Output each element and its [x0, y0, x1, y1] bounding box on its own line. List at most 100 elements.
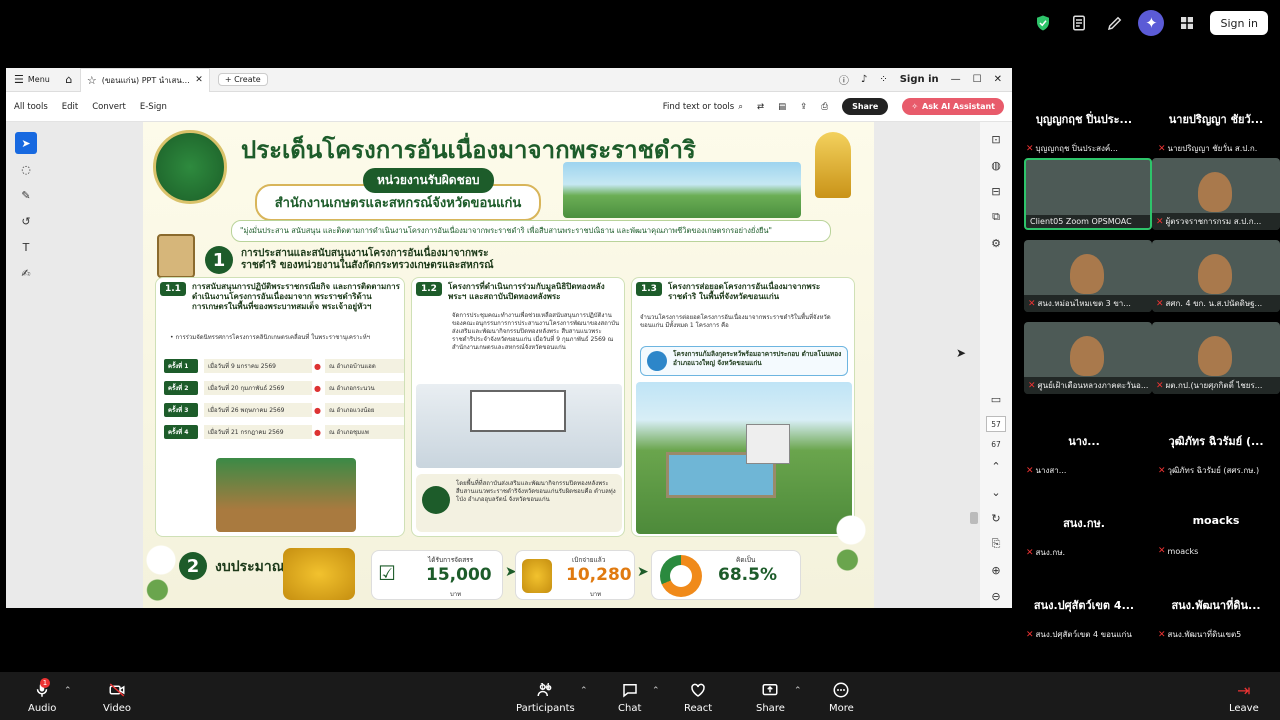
- compare-icon[interactable]: ⇄: [757, 102, 764, 112]
- participant-video-tile[interactable]: ✕ ผต.กป.(นายศุภกิตติ์ ไชยร...: [1152, 322, 1280, 394]
- leave-button[interactable]: ⇥ Leave: [1229, 680, 1259, 715]
- bell-icon[interactable]: ♪: [861, 74, 867, 85]
- participant-tile[interactable]: moacks ✕ moacks: [1152, 500, 1280, 578]
- bookmark-icon[interactable]: ⊟: [986, 182, 1006, 200]
- minimize-icon[interactable]: —: [951, 74, 961, 85]
- signature-icon[interactable]: ✍: [15, 262, 37, 284]
- chevron-up-icon[interactable]: ⌃: [986, 457, 1006, 475]
- acrobat-signin-button[interactable]: Sign in: [900, 74, 939, 85]
- participant-video-tile[interactable]: ✕ สนง.หม่อนไหมเขต 3 ขา...: [1024, 240, 1152, 312]
- participant-video-tile[interactable]: ✕ สศก. 4 ขก. น.ส.ปนัดดิษฐ...: [1152, 240, 1280, 312]
- star-icon[interactable]: ☆: [87, 74, 97, 87]
- pages-icon[interactable]: ⧉: [986, 208, 1006, 226]
- share-options-caret[interactable]: ⌃: [794, 686, 802, 696]
- percent-donut-chart: [660, 555, 702, 597]
- page-number-input[interactable]: 57: [986, 416, 1006, 432]
- create-label: Create: [234, 75, 261, 84]
- panel-1-2-title: โครงการที่ดำเนินการร่วมกับมูลนิธิปิดทองห…: [448, 282, 605, 301]
- participant-video-tile[interactable]: ✕ ผู้ตรวจราชการกรม ส.ป.ก...: [1152, 158, 1280, 230]
- home-icon[interactable]: ⌂: [58, 73, 80, 86]
- print-icon[interactable]: ⎙: [821, 102, 828, 112]
- participant-video-tile[interactable]: Client05 Zoom OPSMOAC: [1024, 158, 1152, 230]
- comment-icon[interactable]: ◌: [15, 158, 37, 180]
- find-text-tools[interactable]: Find text or tools ⌕: [663, 102, 743, 112]
- zoom-in-icon[interactable]: ⊕: [986, 561, 1006, 579]
- text-box-icon[interactable]: T: [15, 236, 37, 258]
- ai-companion-icon[interactable]: ✦: [1138, 10, 1165, 36]
- video-button[interactable]: Video: [103, 680, 131, 714]
- notes-icon[interactable]: [1066, 10, 1092, 36]
- mic-off-icon: ✕: [1156, 298, 1164, 309]
- panel-1-3-text: จำนวนโครงการต่อยอดโครงการอันเนื่องมาจากพ…: [640, 314, 831, 329]
- more-button[interactable]: More: [829, 680, 854, 714]
- zoom-out-icon[interactable]: ⊖: [986, 587, 1006, 605]
- round-date: เมื่อวันที่ 20 กุมภาพันธ์ 2569: [204, 381, 312, 395]
- clipboard-check-icon: ☑: [378, 561, 396, 585]
- esign-menu[interactable]: E-Sign: [140, 102, 167, 112]
- menu-button[interactable]: ☰ Menu: [6, 73, 58, 86]
- round-label: ครั้งที่ 4: [164, 425, 198, 439]
- participant-face: [1198, 172, 1232, 212]
- zoom-top-bar: ✦ Sign in: [0, 0, 1280, 50]
- panel-1-2-footer: โดยพื้นที่ที่สถาบันส่งเสริมและพัฒนากิจกร…: [416, 474, 622, 532]
- save-icon[interactable]: ▤: [778, 102, 786, 112]
- participant-tile[interactable]: สนง.ปศุสัตว์เขต 4... ✕ สนง.ปศุสัตว์เขต 4 …: [1020, 582, 1148, 660]
- shield-icon[interactable]: [1030, 10, 1056, 36]
- refresh-icon[interactable]: ↻: [986, 509, 1006, 527]
- audio-options-caret[interactable]: ⌃: [64, 686, 72, 696]
- arrow-right-icon: ➤: [637, 564, 649, 580]
- document-viewport[interactable]: ➤ ◌ ✎ ↺ T ✍ ประเด็นโครงการอันเนื่องมาจาก…: [6, 122, 1012, 608]
- ask-ai-assistant-button[interactable]: ✧ Ask AI Assistant: [902, 98, 1004, 115]
- leave-icon: ⇥: [1237, 680, 1251, 700]
- upload-icon[interactable]: ⇪: [800, 102, 807, 112]
- draw-lasso-icon[interactable]: ↺: [15, 210, 37, 232]
- screen-icon[interactable]: ▭: [986, 390, 1006, 408]
- participant-footer: ✕ นางสา...: [1026, 464, 1146, 477]
- participant-tile[interactable]: สนง.กษ. ✕ สนง.กษ.: [1020, 500, 1148, 578]
- create-button[interactable]: + Create: [217, 73, 268, 86]
- chevron-down-icon[interactable]: ⌄: [986, 483, 1006, 501]
- participant-footer: ✕ สนง.พัฒนาที่ดินเขต5: [1158, 628, 1278, 641]
- more-label: More: [829, 703, 854, 714]
- share-button[interactable]: Share: [842, 98, 889, 115]
- apps-icon[interactable]: [1174, 10, 1200, 36]
- convert-menu[interactable]: Convert: [92, 102, 126, 112]
- help-icon[interactable]: ⓘ: [839, 72, 849, 87]
- edit-menu[interactable]: Edit: [62, 102, 78, 112]
- document-tab[interactable]: ☆ (ขอนแก่น) PPT นำเสนอตร... ✕: [79, 68, 210, 92]
- participant-tile[interactable]: วุฒิภัทร ฉิวรัมย์ (... ✕ วุฒิภัทร ฉิวรัมย…: [1152, 418, 1280, 496]
- mic-off-icon: ✕: [1158, 143, 1166, 154]
- round-label: ครั้งที่ 1: [164, 359, 198, 373]
- participant-video-tile[interactable]: ✕ ศูนย์เฝ้าเตือนหลวงภาคตะวันอ...: [1024, 322, 1152, 394]
- participants-options-caret[interactable]: ⌃: [580, 686, 588, 696]
- close-tab-icon[interactable]: ✕: [195, 75, 203, 85]
- meeting-screen: [470, 390, 566, 432]
- apps-grid-icon[interactable]: ⁘: [879, 74, 887, 85]
- video-off-icon: [108, 680, 126, 700]
- participants-button[interactable]: 14 Participants: [516, 680, 575, 714]
- close-window-icon[interactable]: ✕: [994, 74, 1002, 85]
- export-page-icon[interactable]: ⎘: [986, 535, 1006, 553]
- chat-button[interactable]: Chat: [618, 680, 641, 714]
- whiteboard-pen-icon[interactable]: [1102, 10, 1128, 36]
- comment-panel-icon[interactable]: ◍: [986, 156, 1006, 174]
- audio-button[interactable]: 1 Audio: [28, 678, 56, 714]
- section-1-title: การประสานและสนับสนุนงานโครงการอันเนื่องม…: [241, 248, 494, 271]
- react-button[interactable]: React: [684, 680, 712, 714]
- participant-tile[interactable]: สนง.พัฒนาที่ดิน... ✕ สนง.พัฒนาที่ดินเขต5: [1152, 582, 1280, 660]
- vertical-scrollbar-thumb[interactable]: [970, 512, 978, 524]
- participant-tile[interactable]: นาง... ✕ นางสา...: [1020, 418, 1148, 496]
- share-screen-button[interactable]: Share: [756, 680, 785, 714]
- highlight-pen-icon[interactable]: ✎: [15, 184, 37, 206]
- landscape-illustration: [563, 162, 801, 218]
- participant-footer-label: สนง.หม่อนไหมเขต 3 ขา...: [1037, 299, 1131, 308]
- ai-summary-icon[interactable]: ⊡: [986, 130, 1006, 148]
- all-tools-menu[interactable]: All tools: [14, 102, 48, 112]
- zoom-signin-button[interactable]: Sign in: [1210, 11, 1268, 35]
- budget-spent-card: เบิกจ่ายแล้ว 10,280 บาท: [515, 550, 635, 600]
- maximize-icon[interactable]: ☐: [973, 74, 982, 85]
- select-cursor-icon[interactable]: ➤: [15, 132, 37, 154]
- left-tool-rail: ➤ ◌ ✎ ↺ T ✍: [14, 132, 38, 284]
- attachments-icon[interactable]: ⚙: [986, 234, 1006, 252]
- chat-options-caret[interactable]: ⌃: [652, 686, 660, 696]
